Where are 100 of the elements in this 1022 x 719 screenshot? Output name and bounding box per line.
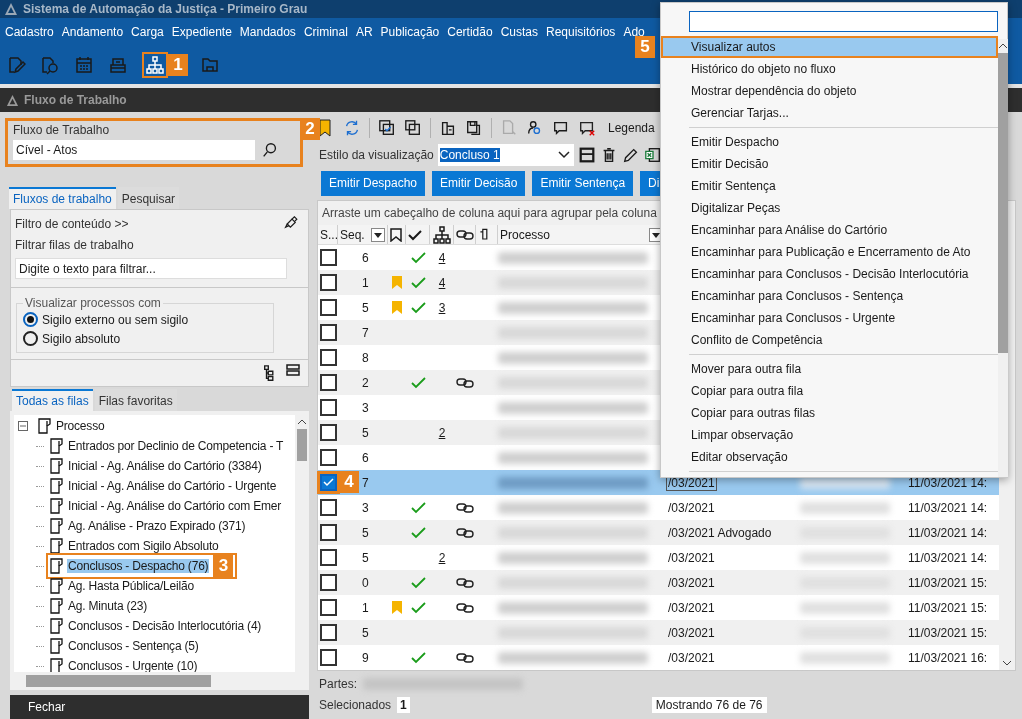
document-icon [50,518,63,534]
style-dropdown[interactable]: Concluso 1 [437,144,574,166]
checkbox[interactable] [319,399,337,416]
menu-item[interactable]: Andamento [61,25,124,39]
checkbox[interactable] [319,374,337,391]
checkbox[interactable] [319,599,337,616]
group-legend: Visualizar processos com [23,296,163,310]
checkbox[interactable] [319,549,337,566]
tree-item[interactable]: Ag. Análise - Prazo Expirado (371) [67,519,247,533]
checkbox[interactable] [319,449,337,466]
scroll-up-icon[interactable] [998,43,1008,49]
menu-item[interactable]: Histórico do objeto no fluxo [661,58,998,80]
menu-item[interactable]: Custas [500,25,538,39]
radio-button[interactable] [23,312,38,327]
scrollbar-thumb[interactable] [998,53,1008,353]
menu-item[interactable]: AR [355,25,373,39]
tree-item[interactable]: Conclusos - Urgente (10) [67,659,199,672]
table-row[interactable]: 5 /03/2021 11/03/2021 15: [318,620,999,645]
checkbox[interactable] [319,249,337,266]
tree-item[interactable]: Processo [55,419,106,433]
table-row[interactable]: 0 /03/2021 11/03/2021 15: [318,570,999,595]
column-header[interactable]: Processo [500,227,551,242]
callout-badge: 4 [339,471,359,493]
tab[interactable]: Fluxos de trabalho [9,187,116,209]
checkbox[interactable] [319,574,337,591]
workflow-field[interactable]: Cível - Atos [13,140,255,160]
action-button[interactable]: Emitir Decisão [432,170,526,196]
checkbox[interactable] [319,624,337,641]
tree-item[interactable]: Entrados com Sigilo Absoluto [67,539,220,553]
tree-item[interactable]: Conclusos - Sentença (5) [67,639,200,653]
menu-item[interactable]: Certidão [447,25,493,39]
checkbox[interactable] [319,299,337,316]
scroll-down-icon[interactable] [1002,660,1012,666]
menu-item[interactable]: Publicação [380,25,440,39]
legend-link[interactable]: Legenda [608,121,655,135]
column-header[interactable]: Seq. [340,227,365,242]
tree-item[interactable]: Conclusos - Decisão Interlocutória (4) [67,619,263,633]
filter-toggle[interactable]: Filtro de conteúdo >> [15,217,129,231]
checkbox[interactable] [319,349,337,366]
scrollbar-thumb[interactable] [297,429,307,461]
menu-item[interactable]: Editar observação [661,446,998,468]
tree-item[interactable]: Ag. Hasta Pública/Leilão [67,579,195,593]
tab[interactable]: Todas as filas [12,389,93,411]
count-link[interactable]: 2 [438,550,446,565]
check-icon [410,601,426,614]
menu-item[interactable]: Mostrar dependência do objeto [661,80,998,102]
tree-item[interactable]: Inicial - Ag. Análise do Cartório (3384) [67,459,263,473]
scroll-up-icon[interactable] [297,419,307,425]
checkbox[interactable] [319,499,337,516]
checkbox[interactable] [319,274,337,291]
table-cell: 5 [362,300,369,315]
table-cell: 11/03/2021 14: [908,550,988,565]
menu-item[interactable]: Criminal [303,25,348,39]
document-icon [50,598,63,614]
close-button[interactable]: Fechar [28,700,66,714]
filter-field[interactable]: Digite o texto para filtrar... [15,258,287,279]
tree-item[interactable]: Conclusos - Despacho (76) [67,559,210,573]
count-link[interactable]: 2 [438,425,446,440]
tree-item[interactable]: Inicial - Ag. Análise do Cartório com Emer [67,499,283,513]
menu-item[interactable]: Cadastro [5,25,54,39]
checkbox[interactable] [319,324,337,341]
tree-item[interactable]: Inicial - Ag. Análise do Cartório - Urgente [67,479,278,493]
action-button[interactable]: Emitir Despacho [321,170,426,196]
tree-item[interactable]: Ag. Minuta (23) [67,599,149,613]
menu-item[interactable]: Expediente [171,25,232,39]
action-button[interactable]: Emitir Sentença [532,170,634,196]
menu-item[interactable]: Carga [131,25,164,39]
collapse-icon[interactable] [18,421,28,431]
radio-button[interactable] [23,331,38,346]
checkbox[interactable] [319,524,337,541]
menu-item[interactable]: Encaminhar para Análise do Cartório [661,219,998,241]
checkbox[interactable] [319,474,337,491]
document-icon [38,418,51,434]
menu-item[interactable]: Visualizar autos [661,36,998,58]
menu-item[interactable]: Mandados [239,25,296,39]
table-cell: 5 [362,525,369,540]
tree-item[interactable]: Entrados por Declinio de Competencia - T [67,439,285,453]
menu-search-field[interactable] [689,11,998,32]
checkbox[interactable] [319,424,337,441]
count-link[interactable]: 3 [438,300,446,315]
menu-item[interactable]: Gerenciar Tarjas... [661,102,998,124]
filter-dropdown-icon[interactable] [371,227,385,242]
scrollbar[interactable] [998,39,1008,477]
menu-item[interactable]: Emitir Despacho [661,131,998,153]
chevron-down-icon[interactable] [557,151,570,159]
count-link[interactable]: 4 [438,250,446,265]
scrollbar-thumb[interactable] [26,675,211,687]
column-header[interactable]: S... [320,227,338,242]
document-icon [50,638,63,654]
menu-item[interactable]: Requisitórios [546,25,616,39]
field-label: Fluxo de Trabalho [13,123,111,137]
checkbox[interactable] [319,649,337,666]
menu-item[interactable]: Limpar observação [661,424,998,446]
count-link[interactable]: 4 [438,275,446,290]
table-row[interactable]: 5 /03/2021 Advogado 11/03/2021 14: [318,520,999,545]
menu-item[interactable]: Digitalizar Peças [661,197,998,219]
hierarchy-icon[interactable] [142,52,168,78]
callout-badge: 5 [635,36,655,58]
bookmark-icon [392,601,402,614]
menu-item[interactable]: Ado [623,25,645,39]
